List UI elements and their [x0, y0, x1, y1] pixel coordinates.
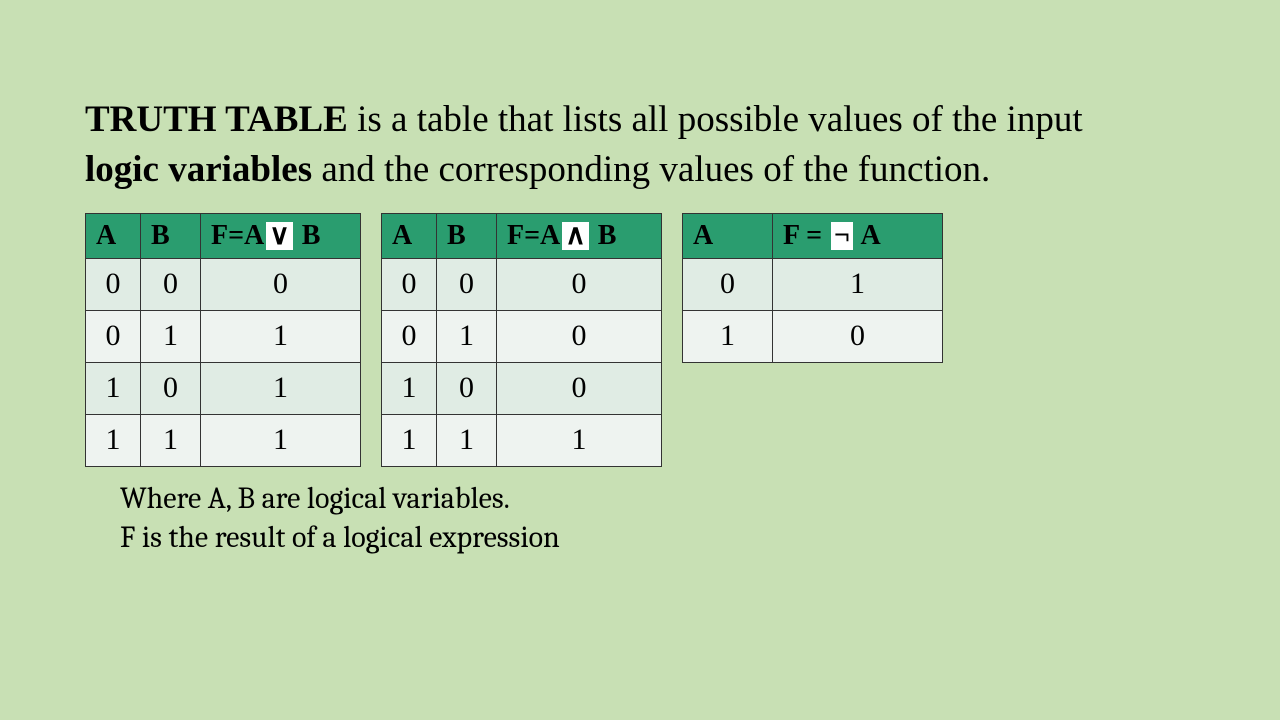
or-header-f: F=A∨ B	[201, 213, 361, 258]
and-header-b: B	[437, 213, 497, 258]
not-header-f: F = ¬ A	[773, 213, 943, 258]
term-logic-variables: logic variables	[85, 149, 312, 190]
table-row: 01	[683, 258, 943, 310]
not-operator-icon: ¬	[831, 222, 853, 250]
table-row: 111	[86, 414, 361, 466]
or-body: 000 011 101 111	[86, 258, 361, 466]
table-row: 101	[86, 362, 361, 414]
term-truth-table: TRUTH TABLE	[85, 99, 348, 140]
table-row: 10	[683, 310, 943, 362]
table-row: 010	[382, 310, 662, 362]
and-header-a: A	[382, 213, 437, 258]
and-operator-icon: ∧	[562, 222, 589, 250]
table-row: 100	[382, 362, 662, 414]
not-header-a: A	[683, 213, 773, 258]
footer-line-1: Where A, B are logical variables.	[120, 479, 1195, 518]
not-body: 01 10	[683, 258, 943, 362]
table-row: 011	[86, 310, 361, 362]
table-row: 000	[86, 258, 361, 310]
definition-text-1: is a table that lists all possible value…	[348, 99, 1083, 140]
table-row: 000	[382, 258, 662, 310]
and-header-f: F=A∧ B	[497, 213, 662, 258]
footer-line-2: F is the result of a logical expression	[120, 518, 1195, 557]
truth-table-and: A B F=A∧ B 000 010 100 111	[381, 213, 662, 467]
tables-row: A B F=A∨ B 000 011 101 111 A B F=A∧ B	[85, 213, 1195, 467]
or-header-a: A	[86, 213, 141, 258]
and-body: 000 010 100 111	[382, 258, 662, 466]
or-header-b: B	[141, 213, 201, 258]
footer-explanation: Where A, B are logical variables. F is t…	[85, 479, 1195, 557]
definition-text-2: and the corresponding values of the func…	[312, 149, 990, 190]
definition-paragraph: TRUTH TABLE is a table that lists all po…	[85, 95, 1145, 195]
truth-table-or: A B F=A∨ B 000 011 101 111	[85, 213, 361, 467]
truth-table-not: A F = ¬ A 01 10	[682, 213, 943, 363]
table-row: 111	[382, 414, 662, 466]
or-operator-icon: ∨	[266, 222, 293, 250]
